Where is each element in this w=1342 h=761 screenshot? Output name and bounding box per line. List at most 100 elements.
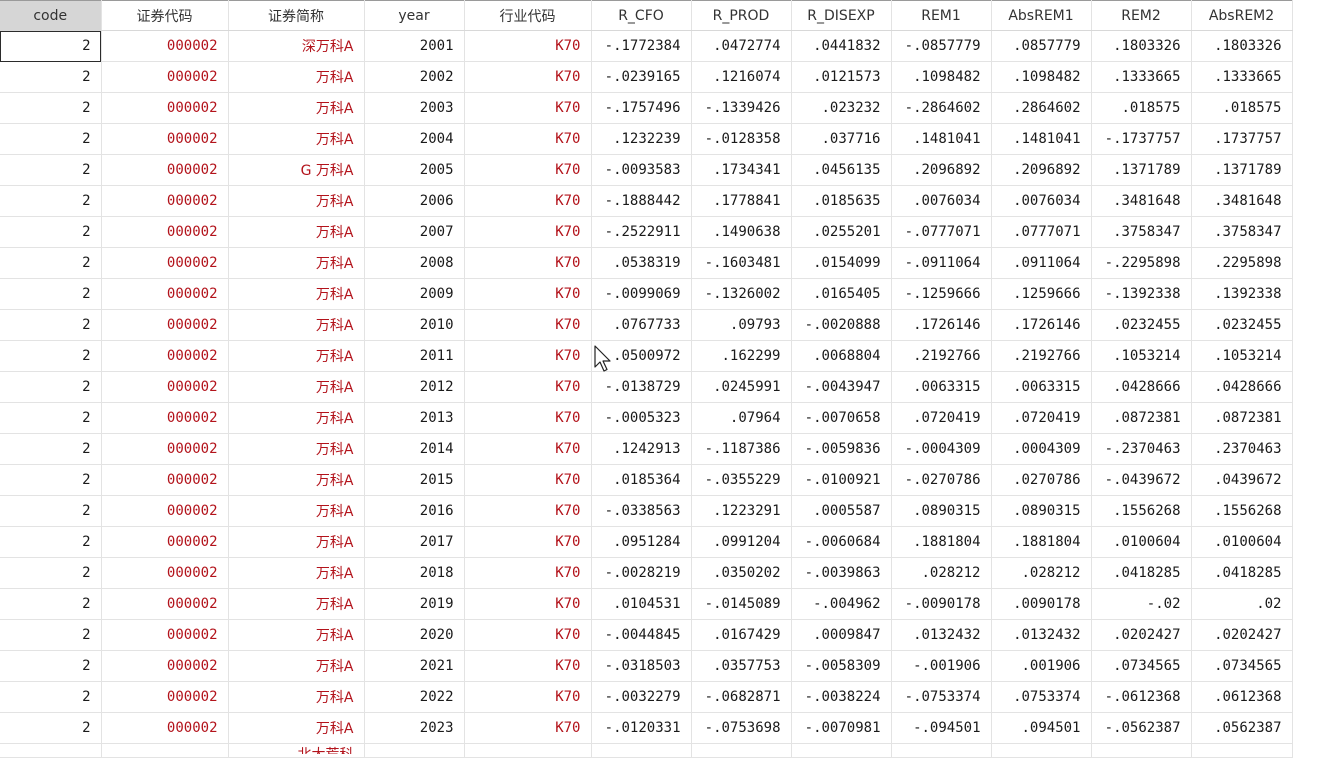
cell-code[interactable]: 2	[0, 216, 102, 248]
cell-absrem2[interactable]: .3481648	[1191, 185, 1293, 217]
cell-code[interactable]: 2	[0, 123, 102, 155]
cell-stock-name[interactable]: 万科A	[228, 61, 365, 93]
cell-stock-name[interactable]: 万科A	[228, 526, 365, 558]
cell-absrem2[interactable]: .0612368	[1191, 681, 1293, 713]
cell-rem1[interactable]: .1726146	[891, 309, 992, 341]
cell-r-disexp[interactable]: .0005587	[791, 495, 892, 527]
cell-year[interactable]	[364, 743, 465, 758]
cell-r-disexp[interactable]: .0121573	[791, 61, 892, 93]
cell-r-prod[interactable]: .1778841	[691, 185, 792, 217]
column-header-stock-code[interactable]: 证券代码	[101, 0, 229, 31]
cell-absrem1[interactable]: .0004309	[991, 433, 1092, 465]
cell-absrem2[interactable]: .1737757	[1191, 123, 1293, 155]
cell-rem2[interactable]: .0202427	[1091, 619, 1192, 651]
cell-stock-name[interactable]: 万科A	[228, 712, 365, 744]
cell-r-cfo[interactable]: -.0093583	[591, 154, 692, 186]
cell-r-cfo[interactable]: .0951284	[591, 526, 692, 558]
cell-absrem1[interactable]: .0270786	[991, 464, 1092, 496]
column-header-stock-name[interactable]: 证券简称	[228, 0, 365, 31]
cell-rem1[interactable]: -.0270786	[891, 464, 992, 496]
cell-year[interactable]: 2001	[364, 30, 465, 62]
cell-rem2[interactable]: -.2370463	[1091, 433, 1192, 465]
cell-absrem2[interactable]: .2295898	[1191, 247, 1293, 279]
cell-absrem2[interactable]: .0100604	[1191, 526, 1293, 558]
cell-industry-code[interactable]: K70	[464, 61, 592, 93]
cell-stock-code[interactable]: 000002	[101, 433, 229, 465]
cell-stock-code[interactable]: 000002	[101, 650, 229, 682]
cell-year[interactable]: 2019	[364, 588, 465, 620]
cell-r-disexp[interactable]: -.0038224	[791, 681, 892, 713]
cell-year[interactable]: 2003	[364, 92, 465, 124]
cell-stock-name[interactable]: 万科A	[228, 247, 365, 279]
cell-industry-code[interactable]: K70	[464, 216, 592, 248]
cell-year[interactable]: 2016	[364, 495, 465, 527]
cell-r-disexp[interactable]: -.0043947	[791, 371, 892, 403]
cell-r-disexp[interactable]: .0165405	[791, 278, 892, 310]
cell-rem1[interactable]: .1481041	[891, 123, 992, 155]
cell-code[interactable]: 2	[0, 433, 102, 465]
cell-rem1[interactable]: .2192766	[891, 340, 992, 372]
cell-rem1[interactable]: -.0753374	[891, 681, 992, 713]
cell-absrem2[interactable]: .1392338	[1191, 278, 1293, 310]
cell-r-prod[interactable]: .1223291	[691, 495, 792, 527]
cell-rem2[interactable]: .1053214	[1091, 340, 1192, 372]
cell-rem2[interactable]: -.02	[1091, 588, 1192, 620]
cell-r-prod[interactable]: .0357753	[691, 650, 792, 682]
cell-absrem1[interactable]: .0857779	[991, 30, 1092, 62]
cell-stock-name[interactable]: 万科A	[228, 92, 365, 124]
cell-code[interactable]: 2	[0, 681, 102, 713]
cell-r-disexp[interactable]: .0441832	[791, 30, 892, 62]
cell-absrem2[interactable]: .1803326	[1191, 30, 1293, 62]
cell-year[interactable]: 2013	[364, 402, 465, 434]
cell-r-disexp[interactable]: .037716	[791, 123, 892, 155]
cell-stock-code[interactable]: 000002	[101, 185, 229, 217]
cell-absrem2[interactable]: .0202427	[1191, 619, 1293, 651]
cell-stock-name[interactable]: 万科A	[228, 464, 365, 496]
cell-rem2[interactable]: .0100604	[1091, 526, 1192, 558]
cell-r-cfo[interactable]: -.0120331	[591, 712, 692, 744]
cell-stock-name[interactable]: 万科A	[228, 216, 365, 248]
cell-rem1[interactable]: -.0777071	[891, 216, 992, 248]
cell-r-disexp[interactable]	[791, 743, 892, 758]
cell-stock-name[interactable]: 万科A	[228, 402, 365, 434]
cell-rem1[interactable]: .0132432	[891, 619, 992, 651]
cell-industry-code[interactable]: K70	[464, 154, 592, 186]
cell-r-prod[interactable]: -.1339426	[691, 92, 792, 124]
cell-absrem2[interactable]: .018575	[1191, 92, 1293, 124]
cell-code[interactable]: 2	[0, 526, 102, 558]
cell-r-disexp[interactable]: .0456135	[791, 154, 892, 186]
cell-r-cfo[interactable]: .0185364	[591, 464, 692, 496]
cell-stock-name[interactable]: 万科A	[228, 340, 365, 372]
cell-year[interactable]: 2002	[364, 61, 465, 93]
cell-r-cfo[interactable]: -.0032279	[591, 681, 692, 713]
cell-r-prod[interactable]: .1490638	[691, 216, 792, 248]
cell-rem1[interactable]: .028212	[891, 557, 992, 589]
cell-r-disexp[interactable]: -.004962	[791, 588, 892, 620]
column-header-r-prod[interactable]: R_PROD	[691, 0, 792, 31]
cell-absrem1[interactable]: .1726146	[991, 309, 1092, 341]
cell-absrem1[interactable]: .094501	[991, 712, 1092, 744]
cell-stock-code[interactable]: 000002	[101, 216, 229, 248]
cell-r-prod[interactable]: .1216074	[691, 61, 792, 93]
cell-absrem1[interactable]: .2192766	[991, 340, 1092, 372]
cell-rem1[interactable]: -.1259666	[891, 278, 992, 310]
cell-stock-code[interactable]	[101, 743, 229, 758]
cell-r-prod[interactable]: .0472774	[691, 30, 792, 62]
cell-year[interactable]: 2015	[364, 464, 465, 496]
cell-absrem1[interactable]: .0890315	[991, 495, 1092, 527]
cell-rem1[interactable]: .0890315	[891, 495, 992, 527]
cell-code[interactable]: 2	[0, 340, 102, 372]
cell-absrem2[interactable]: .1556268	[1191, 495, 1293, 527]
cell-stock-name[interactable]: 万科A	[228, 371, 365, 403]
cell-industry-code[interactable]: K70	[464, 619, 592, 651]
cell-absrem2[interactable]: .3758347	[1191, 216, 1293, 248]
cell-rem2[interactable]: .0428666	[1091, 371, 1192, 403]
cell-stock-code[interactable]: 000002	[101, 30, 229, 62]
cell-r-prod[interactable]: .0245991	[691, 371, 792, 403]
cell-r-cfo[interactable]: -.0028219	[591, 557, 692, 589]
cell-industry-code[interactable]: K70	[464, 309, 592, 341]
cell-r-disexp[interactable]: .0185635	[791, 185, 892, 217]
cell-rem2[interactable]: .018575	[1091, 92, 1192, 124]
cell-year[interactable]: 2021	[364, 650, 465, 682]
cell-rem1[interactable]: -.0004309	[891, 433, 992, 465]
